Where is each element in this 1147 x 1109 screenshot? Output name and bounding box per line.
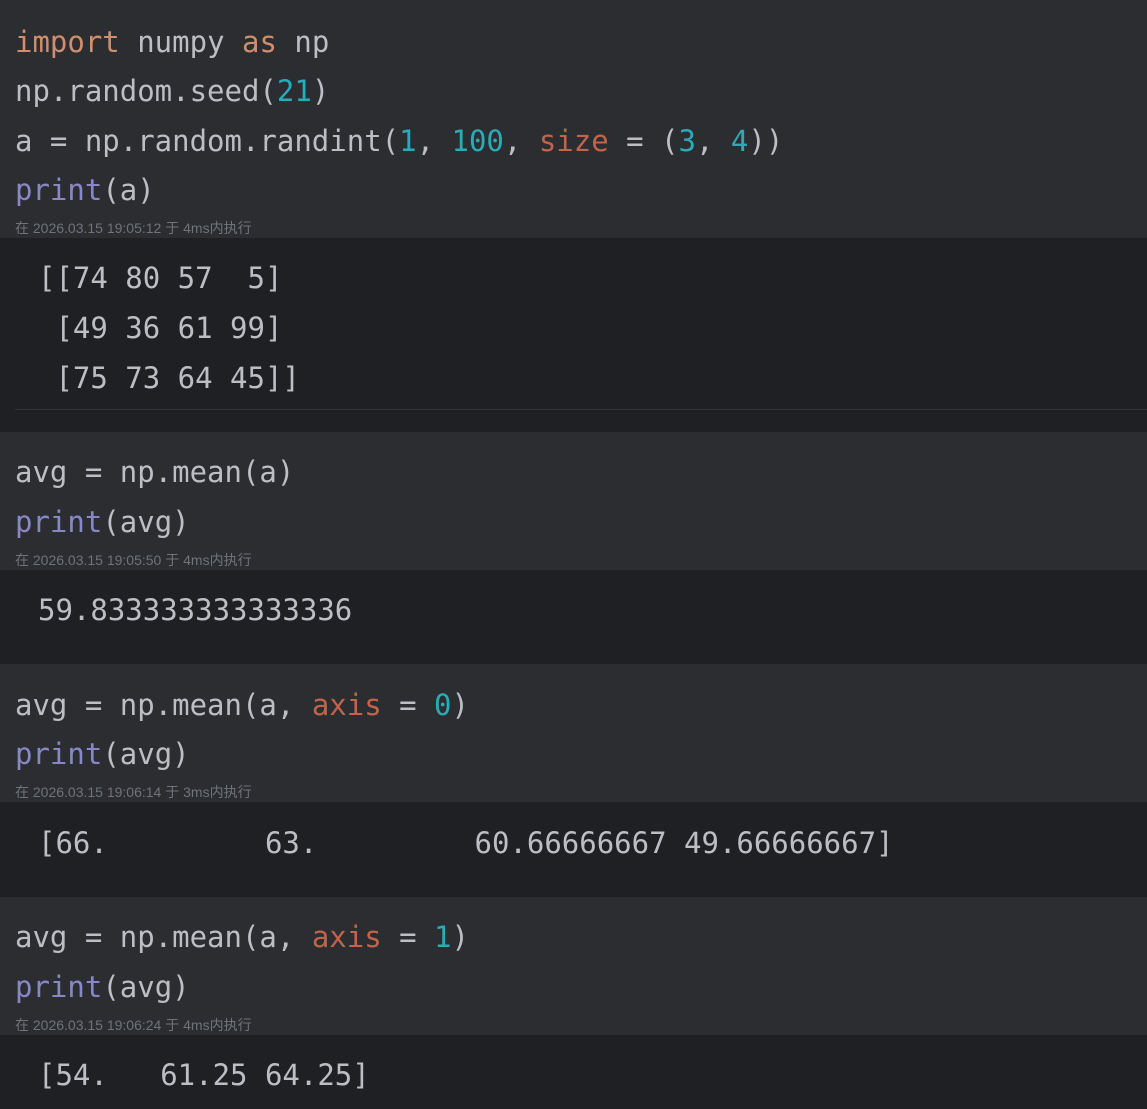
keyword-token: import: [15, 25, 120, 59]
output-cell-1: [[74 80 57 5] [49 36 61 99] [75 73 64 45…: [0, 238, 1147, 432]
code-token: ,: [695, 124, 731, 158]
builtin-token: print: [15, 737, 103, 771]
code-token: (avg): [102, 737, 190, 771]
named-param-token: axis: [311, 920, 382, 954]
code-cell-1[interactable]: import numpy as np np.random.seed(21) a …: [0, 0, 1147, 238]
code-token: avg = np.mean(a): [15, 455, 295, 489]
number-token: 1: [434, 920, 452, 954]
code-line: print(avg): [15, 967, 190, 1007]
number-token: 4: [730, 124, 749, 158]
code-token: np.random.seed(: [15, 74, 277, 108]
builtin-token: print: [15, 173, 103, 207]
output-cell-2: 59.833333333333336: [0, 570, 1147, 664]
output-line: 59.833333333333336: [38, 593, 353, 627]
named-param-token: axis: [311, 688, 382, 722]
named-param-token: size: [538, 124, 609, 158]
code-cell-2[interactable]: avg = np.mean(a) print(avg) 在 2026.03.15…: [0, 432, 1147, 570]
number-token: 0: [434, 688, 452, 722]
code-line: a = np.random.randint(1, 100, size = (3,…: [15, 121, 783, 161]
code-token: ): [451, 920, 469, 954]
execution-info: 在 2026.03.15 19:05:50 于 4ms内执行: [15, 552, 252, 568]
code-token: avg = np.mean(a,: [15, 688, 312, 722]
code-cell-3[interactable]: avg = np.mean(a, axis = 0) print(avg) 在 …: [0, 664, 1147, 802]
code-cell-4[interactable]: avg = np.mean(a, axis = 1) print(avg) 在 …: [0, 897, 1147, 1035]
code-line: print(avg): [15, 502, 190, 542]
output-cell-3: [66. 63. 60.66666667 49.66666667]: [0, 802, 1147, 897]
number-token: 1: [399, 124, 417, 158]
number-token: 100: [451, 124, 504, 158]
code-line: print(avg): [15, 734, 190, 774]
code-line: avg = np.mean(a): [15, 452, 294, 492]
output-line: [49 36 61 99]: [38, 311, 283, 345]
code-token: avg = np.mean(a,: [15, 920, 312, 954]
code-token: =: [381, 688, 435, 722]
number-token: 21: [276, 74, 312, 108]
execution-info: 在 2026.03.15 19:06:14 于 3ms内执行: [15, 784, 252, 800]
code-token: )): [748, 124, 784, 158]
output-line: [54. 61.25 64.25]: [38, 1058, 370, 1092]
code-line: print(a): [15, 170, 155, 210]
output-line: [[74 80 57 5]: [38, 261, 283, 295]
code-token: np: [276, 25, 330, 59]
code-line: import numpy as np: [15, 22, 329, 62]
code-token: ): [311, 74, 330, 108]
code-token: (avg): [102, 505, 190, 539]
code-line: avg = np.mean(a, axis = 1): [15, 917, 469, 957]
code-token: =: [381, 920, 435, 954]
code-token: ): [451, 688, 469, 722]
code-line: avg = np.mean(a, axis = 0): [15, 685, 469, 725]
notebook: import numpy as np np.random.seed(21) a …: [0, 0, 1147, 1109]
code-token: a = np.random.randint(: [15, 124, 400, 158]
code-token: = (: [608, 124, 679, 158]
execution-info: 在 2026.03.15 19:05:12 于 4ms内执行: [15, 220, 252, 236]
keyword-token: as: [241, 25, 277, 59]
output-line: [75 73 64 45]]: [38, 361, 300, 395]
builtin-token: print: [15, 505, 103, 539]
execution-info: 在 2026.03.15 19:06:24 于 4ms内执行: [15, 1017, 252, 1033]
code-line: np.random.seed(21): [15, 71, 329, 111]
output-divider: [15, 409, 1147, 410]
builtin-token: print: [15, 970, 103, 1004]
output-cell-4: [54. 61.25 64.25]: [0, 1035, 1147, 1109]
code-token: ,: [416, 124, 452, 158]
code-token: ,: [503, 124, 539, 158]
output-line: [66. 63. 60.66666667 49.66666667]: [38, 826, 894, 860]
number-token: 3: [678, 124, 696, 158]
code-token: (a): [102, 173, 155, 207]
code-token: (avg): [102, 970, 190, 1004]
code-token: numpy: [119, 25, 242, 59]
